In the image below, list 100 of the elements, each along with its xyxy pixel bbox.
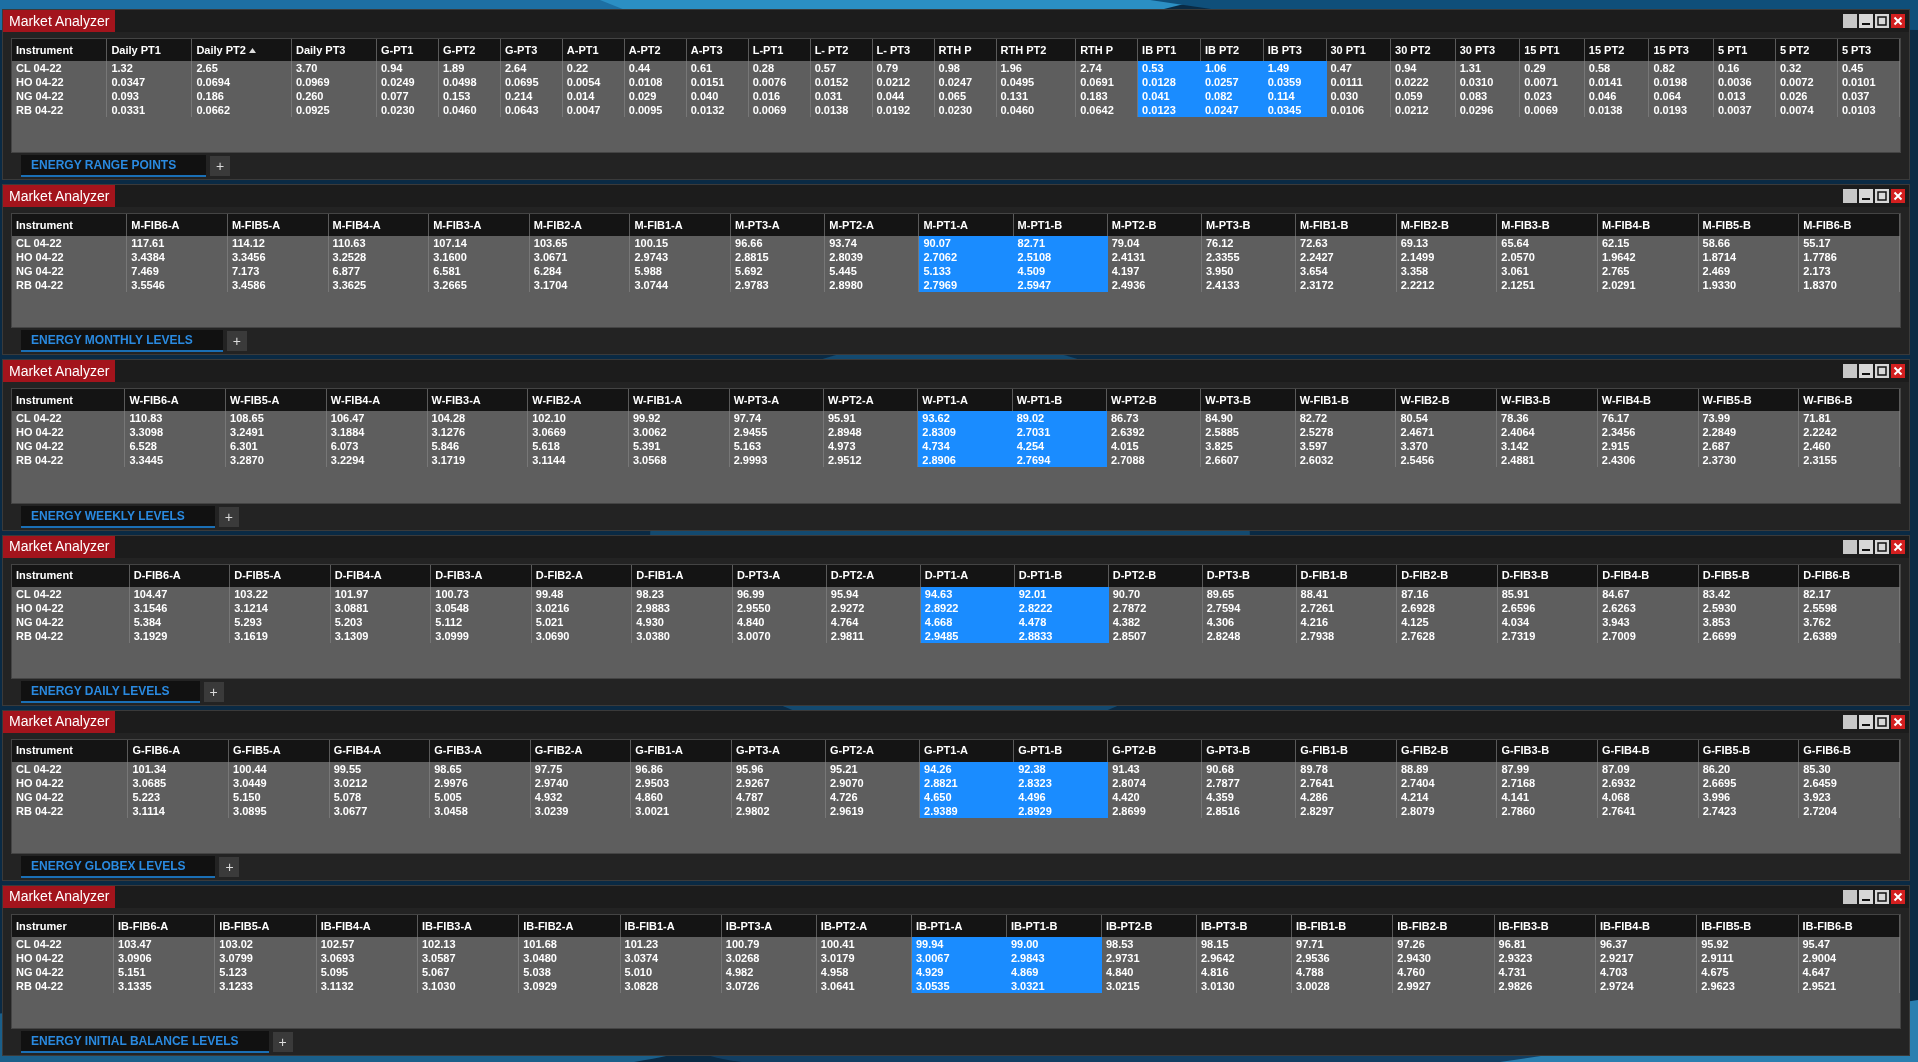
column-header[interactable]: W-FIB3-A (427, 389, 528, 412)
column-header[interactable]: IB-FIB4-B (1595, 914, 1697, 937)
column-header[interactable]: G-FIB1-B (1295, 739, 1397, 762)
column-header[interactable]: A-PT1 (562, 39, 625, 61)
column-header[interactable]: G-FIB5-B (1698, 739, 1799, 762)
column-header[interactable]: G-PT1 (376, 39, 439, 61)
column-header[interactable]: D-FIB4-A (330, 564, 431, 587)
column-header[interactable]: G-PT3-A (731, 739, 826, 762)
column-header[interactable]: W-PT2-B (1106, 389, 1201, 412)
column-header[interactable]: M-PT2-B (1107, 214, 1202, 237)
column-header[interactable]: Instrumer (12, 914, 114, 937)
column-header[interactable]: M-FIB4-A (328, 214, 429, 237)
column-header[interactable]: M-FIB2-B (1396, 214, 1497, 237)
column-header[interactable]: Daily PT1 (106, 39, 192, 61)
column-header[interactable]: D-FIB2-B (1396, 564, 1498, 587)
column-header[interactable]: M-FIB3-B (1496, 214, 1598, 237)
column-header[interactable]: Instrument (12, 739, 128, 762)
column-header[interactable]: Instrument (12, 564, 130, 587)
column-header[interactable]: D-FIB4-B (1597, 564, 1699, 587)
column-header[interactable]: W-PT2-A (823, 389, 918, 412)
column-header[interactable]: L- PT2 (810, 39, 873, 61)
column-header[interactable]: G-FIB6-B (1798, 739, 1900, 762)
maximize-icon[interactable] (1875, 539, 1889, 554)
column-header[interactable]: IB-FIB4-A (316, 914, 418, 937)
column-header[interactable]: W-FIB2-B (1395, 389, 1497, 412)
column-header[interactable]: D-PT1-B (1014, 564, 1109, 587)
column-header[interactable]: G-FIB3-A (429, 739, 531, 762)
column-header[interactable]: G-PT2 (438, 39, 501, 61)
restore-icon[interactable] (1843, 714, 1857, 729)
restore-icon[interactable] (1843, 364, 1857, 379)
add-tab-button[interactable]: + (210, 156, 231, 177)
column-header[interactable]: G-FIB1-A (630, 739, 732, 762)
column-header[interactable]: W-FIB2-A (527, 389, 629, 412)
close-icon[interactable] (1891, 364, 1905, 379)
column-header[interactable]: M-FIB5-B (1698, 214, 1799, 237)
column-header[interactable]: IB-FIB5-B (1696, 914, 1798, 937)
column-header[interactable]: W-FIB3-B (1496, 389, 1598, 412)
column-header[interactable]: 15 PT1 (1519, 39, 1585, 61)
column-header[interactable]: M-PT3-B (1201, 214, 1296, 237)
column-header[interactable]: G-PT3-B (1201, 739, 1296, 762)
restore-icon[interactable] (1843, 189, 1857, 204)
column-header[interactable]: Instrument (12, 39, 107, 61)
column-header[interactable]: D-FIB5-B (1698, 564, 1799, 587)
column-header[interactable]: 15 PT3 (1648, 39, 1714, 61)
sheet-tab[interactable]: ENERGY GLOBEX LEVELS (21, 855, 216, 878)
column-header[interactable]: 5 PT3 (1837, 39, 1900, 61)
column-header[interactable]: D-FIB3-A (430, 564, 532, 587)
column-header[interactable]: Instrument (12, 214, 127, 237)
restore-icon[interactable] (1843, 889, 1857, 904)
column-header[interactable]: G-PT2-B (1107, 739, 1202, 762)
minimize-icon[interactable] (1859, 539, 1873, 554)
column-header[interactable]: W-FIB1-A (628, 389, 730, 412)
minimize-icon[interactable] (1859, 189, 1873, 204)
column-header[interactable]: D-PT3-A (732, 564, 827, 587)
column-header[interactable]: G-PT1-A (919, 739, 1014, 762)
close-icon[interactable] (1891, 889, 1905, 904)
column-header[interactable]: G-FIB4-B (1597, 739, 1699, 762)
column-header[interactable]: G-FIB6-A (127, 739, 229, 762)
column-header[interactable]: IB-PT3-A (721, 914, 817, 937)
add-tab-button[interactable]: + (272, 1032, 293, 1053)
close-icon[interactable] (1891, 714, 1905, 729)
column-header[interactable]: D-FIB1-B (1296, 564, 1397, 587)
restore-icon[interactable] (1843, 539, 1857, 554)
column-header[interactable]: W-FIB5-A (225, 389, 327, 412)
column-header[interactable]: Daily PT3 (291, 39, 377, 61)
sheet-tab[interactable]: ENERGY INITIAL BALANCE LEVELS (21, 1031, 269, 1054)
column-header[interactable]: M-FIB5-A (227, 214, 329, 237)
column-header[interactable]: M-FIB1-A (629, 214, 731, 237)
column-header[interactable]: 5 PT1 (1713, 39, 1776, 61)
column-header[interactable]: G-PT2-A (825, 739, 920, 762)
column-header[interactable]: IB-FIB1-A (620, 914, 722, 937)
column-header[interactable]: IB-FIB6-A (113, 914, 215, 937)
column-header[interactable]: RTH P (934, 39, 996, 61)
minimize-icon[interactable] (1859, 14, 1873, 28)
column-header[interactable]: IB-FIB2-A (518, 914, 621, 937)
column-header[interactable]: L- PT3 (872, 39, 935, 61)
column-header[interactable]: D-FIB6-B (1798, 564, 1900, 587)
column-header[interactable]: M-FIB6-A (126, 214, 228, 237)
column-header[interactable]: RTH PT2 (996, 39, 1076, 61)
column-header[interactable]: G-PT1-B (1013, 739, 1108, 762)
column-header[interactable]: W-FIB6-A (124, 389, 226, 412)
column-header[interactable]: IB-FIB1-B (1291, 914, 1393, 937)
column-header[interactable]: M-FIB1-B (1295, 214, 1397, 237)
column-header[interactable]: D-PT2-A (826, 564, 921, 587)
column-header[interactable]: G-FIB3-B (1496, 739, 1598, 762)
minimize-icon[interactable] (1859, 364, 1873, 379)
column-header[interactable]: IB-PT1-A (911, 914, 1007, 937)
column-header[interactable]: IB-PT1-B (1006, 914, 1102, 937)
add-tab-button[interactable]: + (226, 331, 247, 352)
sheet-tab[interactable]: ENERGY DAILY LEVELS (21, 680, 200, 703)
close-icon[interactable] (1891, 539, 1905, 554)
maximize-icon[interactable] (1875, 714, 1889, 729)
column-header[interactable]: Instrument (12, 389, 125, 412)
column-header[interactable]: D-FIB5-A (229, 564, 331, 587)
column-header[interactable]: M-FIB4-B (1597, 214, 1699, 237)
column-header[interactable]: 30 PT3 (1455, 39, 1520, 61)
add-tab-button[interactable]: + (218, 506, 239, 527)
column-header[interactable]: W-FIB6-B (1798, 389, 1900, 412)
column-header[interactable]: IB-PT2-B (1101, 914, 1197, 937)
column-header[interactable]: IB-FIB5-A (214, 914, 317, 937)
